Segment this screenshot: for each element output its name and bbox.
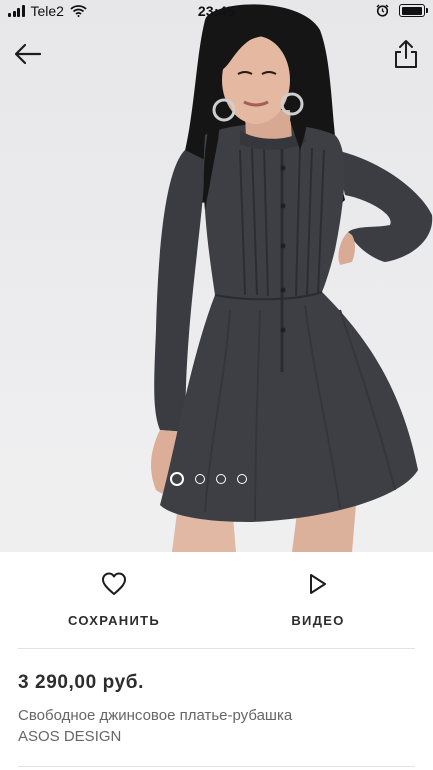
video-button[interactable]: ВИДЕО: [243, 552, 393, 648]
status-bar: Tele2 23:45: [0, 0, 433, 24]
status-bar-right: [376, 4, 428, 17]
gallery-dot[interactable]: [170, 472, 184, 486]
gallery-dot[interactable]: [216, 474, 226, 484]
gallery-dot[interactable]: [195, 474, 205, 484]
alarm-icon: [376, 4, 389, 17]
product-image-gallery[interactable]: Tele2 23:45: [0, 0, 433, 552]
heart-icon: [102, 572, 126, 595]
back-arrow-icon: [14, 43, 42, 65]
gallery-pagination: [170, 472, 247, 486]
share-icon: [395, 40, 417, 68]
save-button[interactable]: СОХРАНИТЬ: [39, 552, 189, 648]
divider: [18, 766, 415, 767]
save-label: СОХРАНИТЬ: [68, 613, 160, 628]
back-button[interactable]: [12, 40, 44, 68]
divider: [18, 648, 415, 649]
play-icon: [310, 574, 326, 594]
video-label: ВИДЕО: [291, 613, 345, 628]
product-actions: СОХРАНИТЬ ВИДЕО: [0, 552, 433, 648]
status-bar-time: 23:45: [197, 3, 236, 19]
gallery-dot[interactable]: [237, 474, 247, 484]
product-photo: [0, 4, 433, 552]
product-name: Свободное джинсовое платье-рубашка: [18, 707, 293, 724]
product-price: 3 290,00 руб.: [18, 672, 144, 693]
battery-icon: [399, 4, 428, 17]
share-button[interactable]: [393, 38, 419, 70]
product-brand: ASOS DESIGN: [18, 728, 122, 745]
